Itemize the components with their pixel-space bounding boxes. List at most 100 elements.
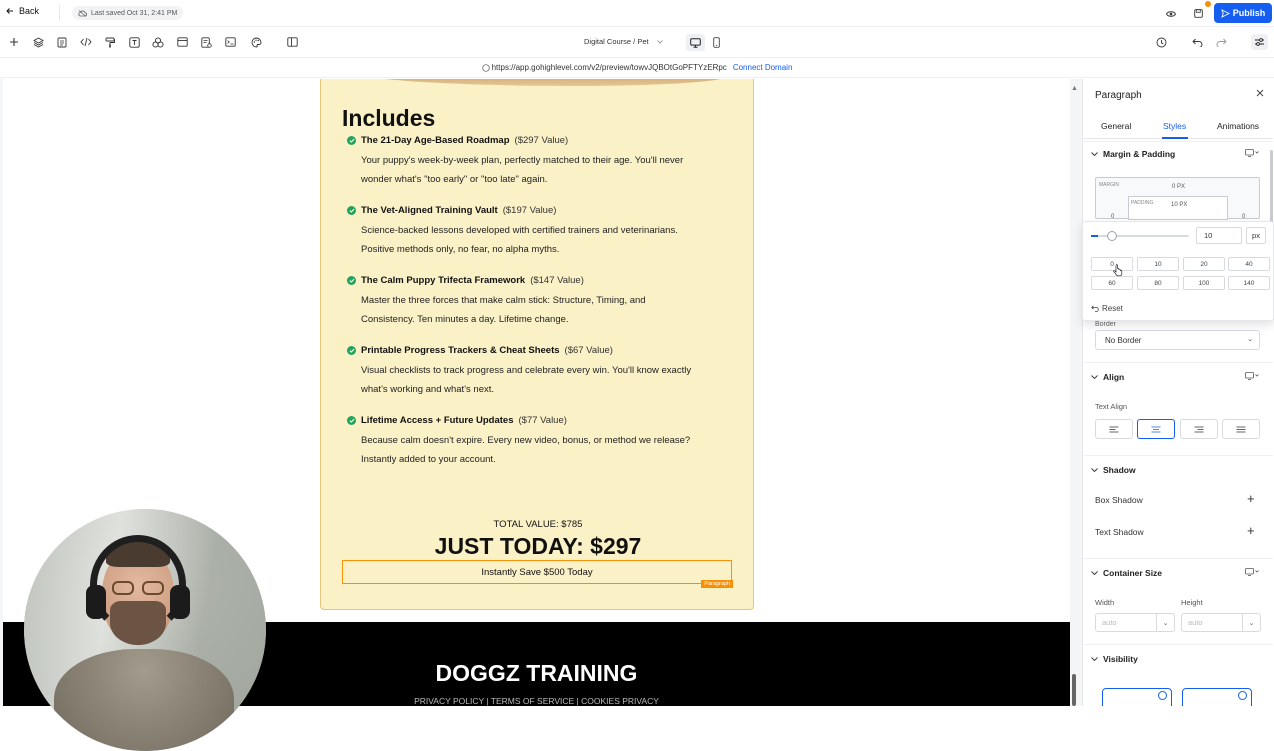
spacing-value-input[interactable]: 10 xyxy=(1196,227,1242,244)
preview-url[interactable]: https://app.gohighlevel.com/v2/preview/t… xyxy=(492,63,727,72)
canvas-scrollbar[interactable] xyxy=(1072,674,1076,706)
item-description: Science-backed lessons developed with ce… xyxy=(361,225,678,236)
preset-button[interactable]: 60 xyxy=(1091,276,1133,290)
list-item[interactable]: Printable Progress Trackers & Cheat Shee… xyxy=(347,345,727,399)
preset-button[interactable]: 80 xyxy=(1137,276,1179,290)
responsive-device-icon[interactable] xyxy=(1245,372,1259,382)
chevron-down-icon xyxy=(656,39,663,44)
preview-button[interactable] xyxy=(1162,6,1180,21)
save-text: Instantly Save $500 Today xyxy=(481,566,593,578)
padding-box[interactable]: PADDING 10 PX xyxy=(1128,196,1228,220)
text-button[interactable] xyxy=(127,35,141,49)
spacing-slider[interactable] xyxy=(1091,231,1189,241)
save-button[interactable] xyxy=(1189,6,1207,21)
desktop-view-button[interactable] xyxy=(686,34,705,51)
align-center-button[interactable] xyxy=(1137,419,1176,439)
tab-animations[interactable]: Animations xyxy=(1217,121,1259,131)
list-item[interactable]: The Vet-Aligned Training Vault ($197 Val… xyxy=(347,205,727,259)
margin-top-value[interactable]: 0 PX xyxy=(1172,184,1185,190)
chevron-down-icon[interactable]: ⌄ xyxy=(1156,614,1174,631)
split-view-button[interactable] xyxy=(285,35,299,49)
includes-card[interactable]: Includes The 21-Day Age-Based Roadmap ($… xyxy=(320,79,754,610)
margin-padding-section-header[interactable]: Margin & Padding xyxy=(1091,149,1175,159)
tab-styles[interactable]: Styles xyxy=(1163,121,1186,131)
shadow-section-header[interactable]: Shadow xyxy=(1091,465,1136,475)
layers-button[interactable] xyxy=(31,35,45,49)
margin-left-value[interactable]: 0 xyxy=(1111,214,1114,220)
scroll-up-arrow[interactable]: ▲ xyxy=(1071,85,1078,92)
styles-button[interactable] xyxy=(103,35,117,49)
settings-panel-button[interactable] xyxy=(1251,34,1268,50)
width-input[interactable]: auto ⌄ xyxy=(1095,613,1175,632)
align-justify-button[interactable] xyxy=(1221,419,1260,439)
includes-heading[interactable]: Includes xyxy=(342,105,435,132)
check-circle-icon xyxy=(347,276,356,285)
add-element-button[interactable] xyxy=(7,35,21,49)
total-value-text[interactable]: TOTAL VALUE: $785 xyxy=(321,519,755,530)
align-left-button[interactable] xyxy=(1095,419,1133,439)
responsive-device-icon[interactable] xyxy=(1245,149,1259,159)
unsaved-indicator xyxy=(1205,1,1211,7)
preset-button[interactable]: 40 xyxy=(1228,257,1270,271)
spacing-editor[interactable]: MARGIN 0 PX PADDING 10 PX 0 0 xyxy=(1095,177,1260,220)
add-box-shadow-button[interactable]: + xyxy=(1247,491,1255,506)
back-button[interactable]: Back xyxy=(6,6,39,16)
add-text-shadow-button[interactable]: + xyxy=(1247,523,1255,538)
selected-paragraph[interactable]: Instantly Save $500 Today Paragraph xyxy=(342,560,733,588)
code-button[interactable] xyxy=(79,35,93,49)
undo-button[interactable] xyxy=(1190,35,1204,49)
align-section-header[interactable]: Align xyxy=(1091,372,1124,382)
check-circle-icon xyxy=(1158,691,1167,700)
publish-button[interactable]: Publish xyxy=(1214,3,1272,23)
margin-right-value[interactable]: 0 xyxy=(1242,214,1245,220)
visibility-section-header[interactable]: Visibility xyxy=(1091,654,1138,664)
item-value: ($297 Value) xyxy=(514,135,569,146)
redo-button[interactable] xyxy=(1214,35,1228,49)
padding-top-value[interactable]: 10 PX xyxy=(1171,202,1187,208)
preset-button[interactable]: 10 xyxy=(1137,257,1179,271)
chevron-down-icon[interactable]: ⌄ xyxy=(1242,614,1260,631)
container-size-section-header[interactable]: Container Size xyxy=(1091,568,1162,578)
preset-button[interactable]: 100 xyxy=(1183,276,1225,290)
shapes-button[interactable] xyxy=(151,35,165,49)
paint-roller-icon xyxy=(105,37,115,47)
item-description: Consistency. Ten minutes a day. Lifetime… xyxy=(361,314,569,325)
preset-button[interactable]: 140 xyxy=(1228,276,1270,290)
reset-button[interactable]: Reset xyxy=(1091,304,1123,313)
border-label: Border xyxy=(1095,321,1117,328)
check-circle-icon xyxy=(347,346,356,355)
padding-label: PADDING xyxy=(1131,200,1154,206)
cloud-off-icon xyxy=(78,9,87,17)
align-right-icon xyxy=(1194,426,1204,432)
height-input[interactable]: auto ⌄ xyxy=(1181,613,1261,632)
pages-button[interactable] xyxy=(55,35,69,49)
page-selector[interactable]: Digital Course / Pet xyxy=(584,37,663,46)
back-label: Back xyxy=(19,6,40,16)
sections-button[interactable] xyxy=(175,35,189,49)
height-label: Height xyxy=(1181,598,1203,607)
visibility-mobile-toggle[interactable] xyxy=(1182,688,1252,706)
border-style-select[interactable]: No Border ⌄ xyxy=(1095,330,1260,350)
mobile-view-button[interactable] xyxy=(707,34,726,51)
preset-button[interactable]: 0 xyxy=(1091,257,1133,271)
preset-button[interactable]: 20 xyxy=(1183,257,1225,271)
align-right-button[interactable] xyxy=(1179,419,1218,439)
list-item[interactable]: The Calm Puppy Trifecta Framework ($147 … xyxy=(347,275,727,329)
list-item[interactable]: The 21-Day Age-Based Roadmap ($297 Value… xyxy=(347,135,727,189)
align-left-icon xyxy=(1109,426,1119,432)
desktop-icon xyxy=(1245,372,1259,380)
close-panel-button[interactable] xyxy=(1256,88,1264,100)
price-heading[interactable]: JUST TODAY: $297 xyxy=(321,533,755,560)
connect-domain-link[interactable]: Connect Domain xyxy=(733,63,793,72)
list-item[interactable]: Lifetime Access + Future Updates ($77 Va… xyxy=(347,415,727,469)
custom-code-button[interactable] xyxy=(223,35,237,49)
tab-general[interactable]: General xyxy=(1101,121,1131,131)
theme-button[interactable] xyxy=(249,35,263,49)
visibility-desktop-toggle[interactable] xyxy=(1102,688,1172,706)
forms-button[interactable] xyxy=(199,35,213,49)
responsive-device-icon[interactable] xyxy=(1245,568,1259,578)
shapes-icon xyxy=(152,36,164,48)
history-button[interactable] xyxy=(1154,35,1168,49)
unit-select[interactable]: px xyxy=(1246,227,1266,244)
slider-handle[interactable] xyxy=(1106,231,1117,241)
